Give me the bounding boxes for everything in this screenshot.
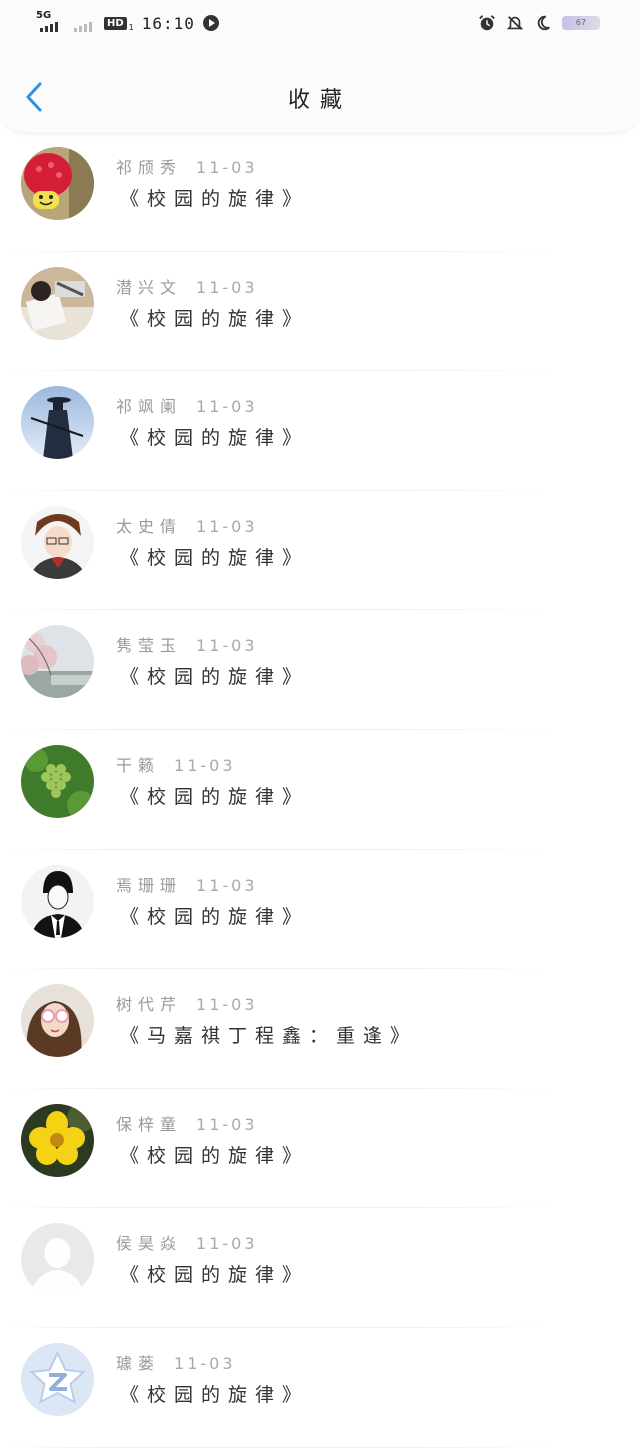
work-title[interactable]: 《校园的旋律》 bbox=[120, 1141, 309, 1168]
date: 11-03 bbox=[174, 1353, 236, 1373]
list-item[interactable]: 太史倩 11-03 《校园的旋律》 bbox=[0, 491, 640, 611]
avatar bbox=[21, 864, 94, 938]
date: 11-03 bbox=[196, 1114, 258, 1134]
work-title[interactable]: 《校园的旋律》 bbox=[120, 902, 309, 929]
author-name: 潜兴文 bbox=[116, 277, 183, 297]
moon-icon bbox=[537, 15, 550, 31]
date: 11-03 bbox=[174, 755, 236, 775]
work-title[interactable]: 《校园的旋律》 bbox=[120, 423, 309, 450]
author-name: 璩蒌 bbox=[116, 1353, 161, 1373]
signal-secondary-icon bbox=[74, 12, 96, 34]
list-item[interactable]: 侯昊焱 11-03 《校园的旋律》 bbox=[0, 1208, 640, 1328]
mute-bell-icon bbox=[506, 16, 524, 30]
list-item[interactable]: 潜兴文 11-03 《校园的旋律》 bbox=[0, 252, 640, 372]
author-name: 侯昊焱 bbox=[116, 1234, 183, 1254]
work-title[interactable]: 《校园的旋律》 bbox=[120, 1260, 309, 1287]
status-bar: 5G HD 1 16:10 67 bbox=[0, 8, 640, 40]
author-name: 祁颀秀 bbox=[116, 158, 183, 177]
favorites-list: 祁颀秀 11-03 《校园的旋律》 潜兴文 11-03 《校园的旋律》 祁飒阑 … bbox=[0, 132, 640, 1448]
hd-badge: HD bbox=[104, 16, 127, 30]
avatar bbox=[21, 147, 94, 220]
list-item[interactable]: 璩蒌 11-03 《校园的旋律》 bbox=[0, 1328, 640, 1448]
author-name: 干籁 bbox=[116, 755, 161, 775]
avatar bbox=[21, 505, 94, 579]
alarm-icon bbox=[479, 15, 495, 31]
divider bbox=[0, 1446, 560, 1448]
clock: 16:10 bbox=[141, 13, 195, 33]
avatar bbox=[21, 744, 94, 818]
list-item[interactable]: 祁颀秀 11-03 《校园的旋律》 bbox=[0, 132, 640, 252]
author-name: 树代芹 bbox=[116, 995, 183, 1015]
work-title[interactable]: 《校园的旋律》 bbox=[120, 543, 309, 570]
author-name: 祁飒阑 bbox=[116, 397, 183, 417]
author-name: 太史倩 bbox=[116, 516, 183, 536]
list-item[interactable]: 隽莹玉 11-03 《校园的旋律》 bbox=[0, 610, 640, 730]
list-item[interactable]: 干籁 11-03 《校园的旋律》 bbox=[0, 730, 640, 850]
work-title[interactable]: 《校园的旋律》 bbox=[120, 782, 309, 809]
avatar bbox=[21, 266, 94, 340]
avatar bbox=[21, 984, 94, 1058]
date: 11-03 bbox=[196, 397, 258, 417]
list-item[interactable]: 祁飒阑 11-03 《校园的旋律》 bbox=[0, 371, 640, 491]
date: 11-03 bbox=[196, 636, 258, 656]
avatar bbox=[21, 1342, 94, 1416]
list-item[interactable]: 保梓童 11-03 《校园的旋律》 bbox=[0, 1089, 640, 1209]
media-play-icon bbox=[202, 15, 219, 31]
list-item[interactable]: 树代芹 11-03 《马嘉祺丁程鑫：重逢》 bbox=[0, 969, 640, 1089]
battery-indicator: 67 bbox=[562, 16, 600, 30]
date: 11-03 bbox=[196, 1234, 258, 1254]
date: 11-03 bbox=[196, 875, 258, 895]
signal-5g-icon: 5G bbox=[36, 10, 66, 34]
work-title[interactable]: 《校园的旋律》 bbox=[120, 662, 309, 689]
date: 11-03 bbox=[196, 516, 258, 536]
author-name: 保梓童 bbox=[116, 1114, 183, 1134]
work-title[interactable]: 《校园的旋律》 bbox=[120, 184, 309, 211]
avatar bbox=[21, 386, 94, 460]
avatar bbox=[21, 625, 94, 699]
network-label: 5G bbox=[36, 10, 52, 21]
work-title[interactable]: 《校园的旋律》 bbox=[120, 1380, 309, 1407]
work-title[interactable]: 《马嘉祺丁程鑫：重逢》 bbox=[120, 1021, 417, 1048]
avatar bbox=[21, 1223, 94, 1297]
hd-sub: 1 bbox=[128, 22, 134, 32]
avatar bbox=[21, 1103, 94, 1177]
date: 11-03 bbox=[196, 277, 258, 297]
author-name: 隽莹玉 bbox=[116, 636, 183, 656]
date: 11-03 bbox=[196, 158, 258, 177]
author-name: 焉珊珊 bbox=[116, 875, 183, 895]
top-bar: 5G HD 1 16:10 67 收藏 bbox=[0, 0, 640, 132]
date: 11-03 bbox=[196, 995, 258, 1015]
list-item[interactable]: 焉珊珊 11-03 《校园的旋律》 bbox=[0, 850, 640, 970]
work-title[interactable]: 《校园的旋律》 bbox=[120, 304, 309, 331]
page-title: 收藏 bbox=[287, 88, 352, 113]
